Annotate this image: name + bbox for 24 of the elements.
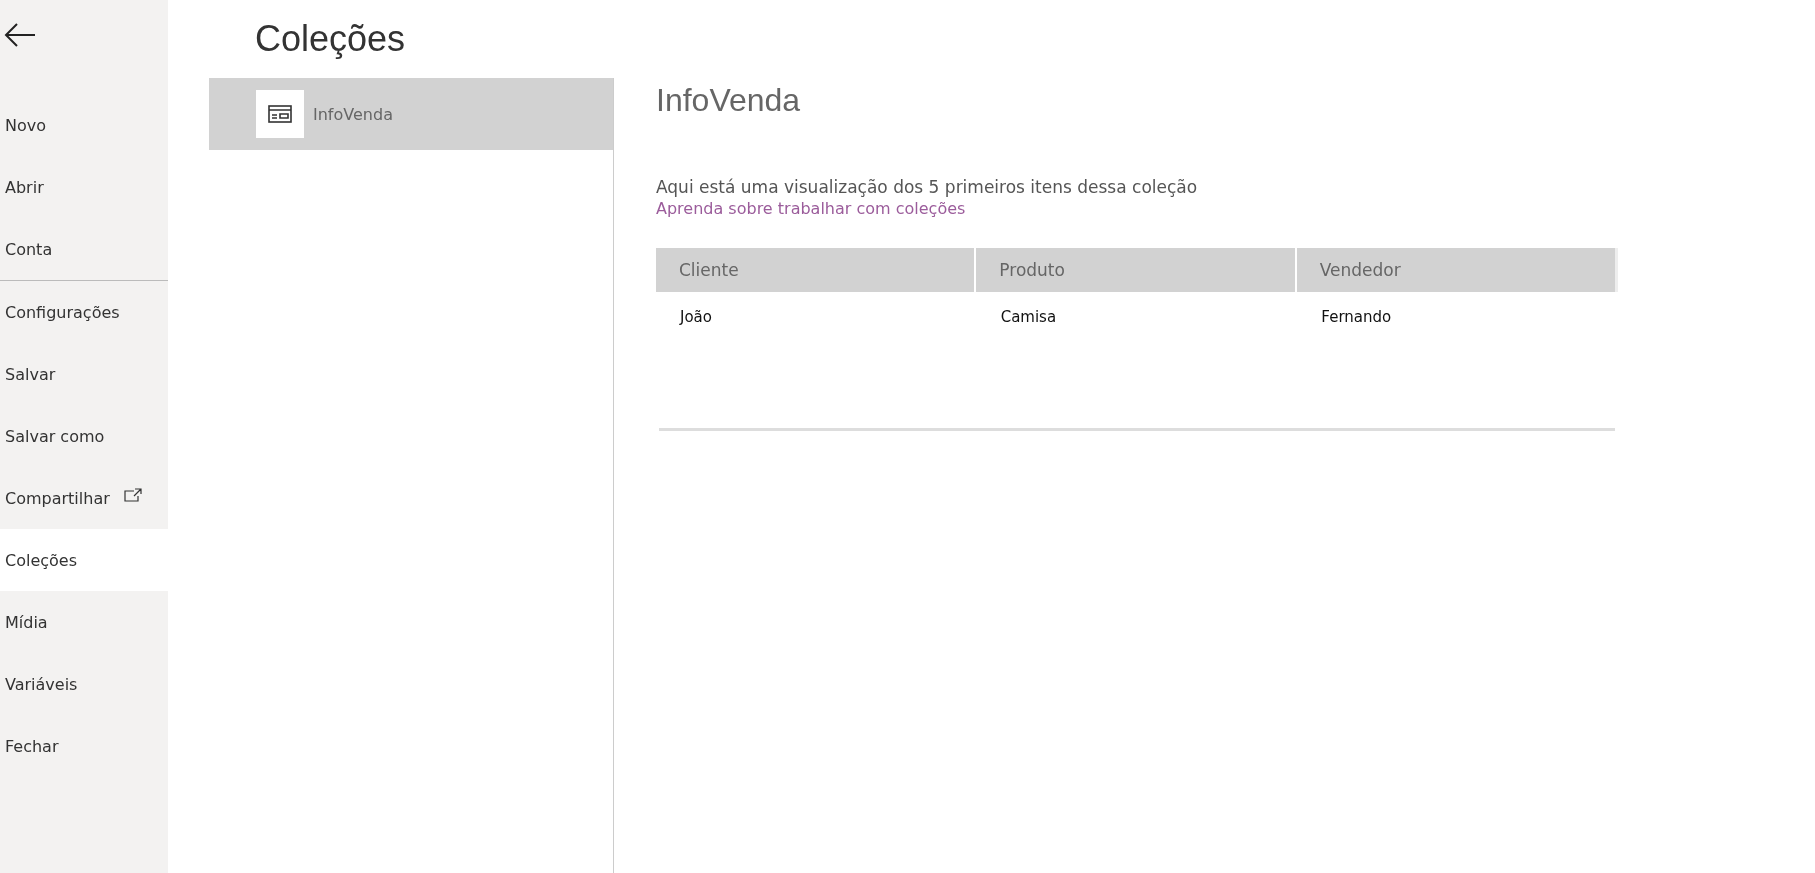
sidebar-item[interactable]: Conta — [0, 218, 168, 281]
column-header: Cliente — [678, 259, 740, 282]
sidebar-item[interactable]: Mídia — [0, 591, 168, 653]
table-cell-text: João — [678, 307, 713, 328]
description-text: Aqui está uma visualização dos 5 primeiros itens dessa coleção — [656, 177, 1199, 197]
sidebar-item[interactable]: Salvar como — [0, 405, 168, 467]
page-title: Coleções — [255, 18, 407, 61]
collection-title: InfoVenda — [656, 82, 802, 119]
help-link[interactable]: Aprenda sobre trabalhar com coleções — [656, 199, 966, 218]
sidebar-item[interactable]: Compartilhar — [0, 467, 168, 529]
sidebar-item[interactable]: Configurações — [0, 281, 168, 343]
sidebar-item[interactable]: Variáveis — [0, 653, 168, 715]
sidebar-item[interactable]: Novo — [0, 94, 168, 156]
column-header: Vendedor — [1294, 248, 1615, 292]
collection-item[interactable]: InfoVenda — [209, 78, 613, 150]
sidebar-item[interactable]: Salvar — [0, 343, 168, 405]
table-cell-text: Fernando — [1320, 307, 1393, 328]
external-link-icon — [123, 488, 142, 502]
table-cell-text: Camisa — [999, 307, 1058, 328]
sidebar-item[interactable]: Fechar — [0, 715, 168, 777]
table-icon — [268, 105, 292, 123]
sidebar-item[interactable]: Abrir — [0, 156, 168, 218]
sidebar-item[interactable]: Coleções — [0, 529, 168, 591]
column-header: Produto — [974, 248, 1295, 292]
